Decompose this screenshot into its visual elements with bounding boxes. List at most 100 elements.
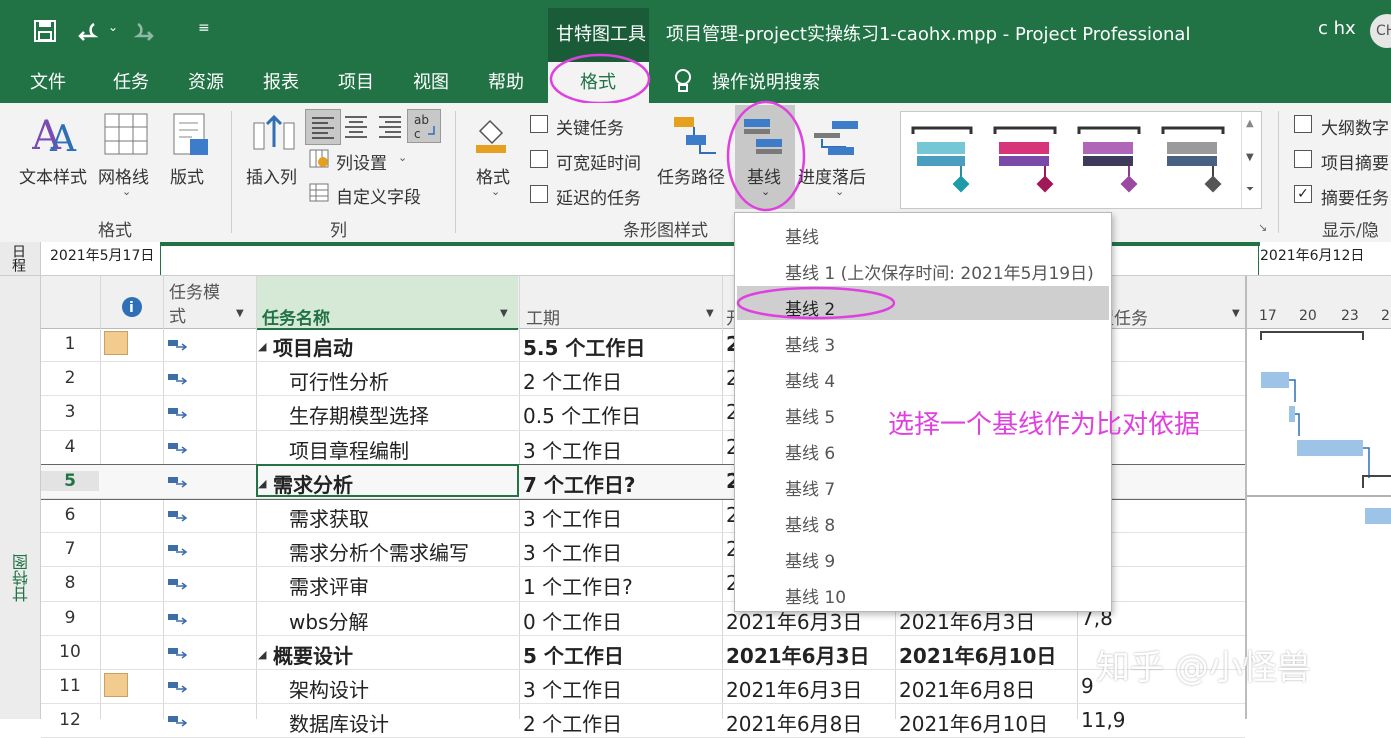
late-tasks-checkbox[interactable] (530, 185, 548, 203)
customize-qat-icon[interactable]: ≡ (198, 20, 210, 36)
task-duration[interactable]: 3 个工作日 (523, 435, 622, 464)
table-row[interactable] (41, 636, 1245, 670)
task-name[interactable]: 概要设计 (273, 640, 353, 669)
tab-task[interactable]: 任务 (113, 68, 149, 94)
align-left-button[interactable] (305, 109, 341, 145)
dialog-launcher-icon[interactable]: ↘ (1258, 221, 1267, 234)
custom-fields-button[interactable]: 自定义字段 (336, 183, 421, 208)
task-mode-icon[interactable] (168, 541, 190, 556)
task-path-button[interactable]: 任务路径 (657, 163, 725, 188)
task-mode-icon[interactable] (168, 370, 190, 385)
slippage-button[interactable]: 进度落后 (798, 163, 866, 188)
table-row[interactable] (41, 670, 1245, 705)
summary-bar[interactable] (1260, 331, 1364, 340)
task-duration[interactable]: 2 个工作日 (523, 708, 622, 737)
chevron-down-icon[interactable]: ⌄ (491, 185, 500, 198)
row-number[interactable]: 8 (41, 573, 99, 593)
summary-tasks-checkbox[interactable]: ✓ (1294, 185, 1312, 203)
baseline-menu-item[interactable]: 基线 1 (上次保存时间: 2021年5月19日) (785, 259, 1094, 284)
task-name[interactable]: 数据库设计 (289, 708, 389, 737)
chevron-down-icon[interactable]: ⌄ (122, 185, 131, 198)
save-icon[interactable] (34, 20, 56, 42)
task-name[interactable]: 可行性分析 (289, 366, 389, 395)
task-predecessors[interactable]: 9 (1081, 674, 1094, 698)
filter-arrow-icon[interactable]: ▼ (236, 308, 244, 319)
row-number[interactable]: 6 (41, 505, 99, 525)
avatar[interactable]: CH (1370, 14, 1391, 48)
task-mode-icon[interactable] (168, 575, 190, 590)
baseline-menu-item[interactable]: 基线 (785, 223, 819, 248)
task-predecessors[interactable]: 11,9 (1081, 708, 1126, 732)
insert-column-button[interactable]: 插入列 (246, 163, 297, 188)
task-bar[interactable] (1261, 372, 1289, 388)
gantt-style-1[interactable] (911, 126, 973, 193)
filter-arrow-icon[interactable]: ▼ (500, 308, 508, 319)
task-mode-icon[interactable] (168, 644, 190, 659)
header-duration[interactable]: 工期 (526, 304, 560, 329)
task-mode-icon[interactable] (168, 404, 190, 419)
text-style-button[interactable]: 文本样式 (19, 163, 87, 188)
task-duration[interactable]: 0 个工作日 (523, 606, 622, 635)
note-icon[interactable] (104, 673, 128, 697)
slack-checkbox[interactable] (530, 150, 548, 168)
task-name[interactable]: 需求分析个需求编写 (289, 537, 469, 566)
row-number[interactable]: 12 (41, 710, 99, 730)
tab-help[interactable]: 帮助 (488, 68, 524, 94)
undo-dropdown[interactable]: ⌄ (108, 20, 118, 34)
task-mode-icon[interactable] (168, 439, 190, 454)
redo-icon[interactable] (132, 20, 158, 42)
gantt-style-2[interactable] (993, 126, 1057, 193)
task-mode-icon[interactable] (168, 507, 190, 522)
task-name[interactable]: 需求评审 (289, 571, 369, 600)
row-number[interactable]: 2 (41, 368, 99, 388)
baseline-menu-item[interactable]: 基线 9 (785, 547, 835, 572)
gantt-style-3[interactable] (1077, 126, 1141, 193)
user-name[interactable]: c hx (1318, 18, 1356, 39)
align-right-button[interactable] (373, 109, 407, 143)
chevron-down-icon[interactable]: ⌄ (835, 185, 844, 198)
task-bar[interactable] (1289, 406, 1295, 422)
collapse-triangle-icon[interactable]: ◢ (258, 477, 266, 490)
task-duration[interactable]: 3 个工作日 (523, 503, 622, 532)
task-duration[interactable]: 5 个工作日 (523, 640, 624, 669)
header-task-name[interactable]: 任务名称 (262, 304, 330, 329)
summary-bar[interactable] (1362, 475, 1391, 488)
task-duration[interactable]: 3 个工作日 (523, 674, 622, 703)
filter-arrow-icon[interactable]: ▼ (1232, 308, 1240, 319)
header-task-mode[interactable]: 任务模式 (169, 281, 229, 329)
wrap-text-button[interactable]: ab c (407, 109, 441, 143)
task-duration[interactable]: 3 个工作日 (523, 537, 622, 566)
row-number[interactable]: 1 (41, 334, 99, 354)
task-name[interactable]: 生存期模型选择 (289, 400, 429, 429)
tab-report[interactable]: 报表 (263, 68, 299, 94)
scroll-down-icon[interactable]: ▼ (1246, 152, 1254, 163)
row-number[interactable]: 3 (41, 402, 99, 422)
outline-number-checkbox[interactable] (1294, 115, 1312, 133)
tab-resource[interactable]: 资源 (188, 68, 224, 94)
critical-tasks-checkbox[interactable] (530, 115, 548, 133)
note-icon[interactable] (104, 331, 128, 355)
layout-button[interactable]: 版式 (170, 163, 204, 188)
task-duration[interactable]: 7 个工作日? (523, 469, 635, 498)
tab-project[interactable]: 项目 (338, 68, 374, 94)
task-duration[interactable]: 1 个工作日? (523, 571, 633, 600)
task-bar[interactable] (1297, 440, 1363, 456)
baseline-menu-item[interactable]: 基线 3 (785, 331, 835, 356)
task-name[interactable]: 项目启动 (273, 332, 353, 361)
baseline-menu-item[interactable]: 基线 10 (785, 583, 846, 608)
task-name[interactable]: 需求分析 (273, 469, 353, 498)
baseline-menu-item[interactable]: 基线 7 (785, 475, 835, 500)
task-finish[interactable]: 2021年6月8日 (899, 674, 1035, 703)
row-number[interactable]: 11 (41, 676, 99, 696)
task-duration[interactable]: 0.5 个工作日 (523, 400, 641, 429)
task-finish[interactable]: 2021年6月10日 (899, 640, 1056, 669)
task-start[interactable]: 2021年6月3日 (726, 674, 862, 703)
project-summary-checkbox[interactable] (1294, 150, 1312, 168)
baseline-menu-item[interactable]: 基线 8 (785, 511, 835, 536)
table-row[interactable] (41, 704, 1245, 738)
row-number[interactable]: 9 (41, 608, 99, 628)
collapse-triangle-icon[interactable]: ◢ (258, 340, 266, 353)
chevron-down-icon[interactable]: ⌄ (398, 151, 407, 164)
row-number[interactable]: 5 (41, 470, 99, 491)
task-mode-icon[interactable] (168, 473, 190, 488)
